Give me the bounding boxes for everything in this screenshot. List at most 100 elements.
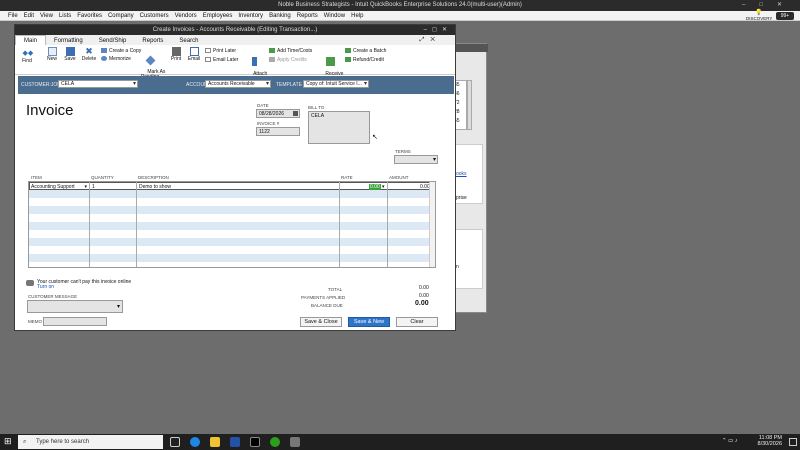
new-icon — [47, 47, 57, 56]
window-controls[interactable]: –□✕ — [742, 0, 796, 11]
column-divider — [136, 182, 137, 267]
save-button[interactable]: Save — [63, 47, 77, 62]
customer-message-label: CUSTOMER MESSAGE — [28, 294, 78, 299]
powershell-icon[interactable] — [230, 437, 240, 447]
table-scrollbar[interactable] — [429, 182, 435, 267]
balance-due-label: BALANCE DUE — [311, 303, 343, 308]
menu-help[interactable]: Help — [348, 11, 366, 21]
bill-to-field[interactable]: CELA — [308, 111, 370, 144]
windows-start-icon[interactable]: ⊞ — [4, 437, 13, 446]
template-dropdown[interactable]: Copy of: Intuit Service I... — [303, 80, 369, 88]
remote-desktop-icon[interactable] — [290, 437, 300, 447]
menu-lists[interactable]: Lists — [56, 11, 74, 21]
terms-dropdown[interactable]: ▾ — [394, 155, 438, 164]
column-header-rate: RATE — [341, 175, 353, 180]
bill-to-label: BILL TO — [308, 105, 325, 110]
expand-icon[interactable]: ⤢✕ — [412, 35, 449, 45]
delete-label: Delete — [81, 56, 97, 62]
clear-button[interactable]: Clear — [396, 317, 438, 327]
quickbooks-icon[interactable] — [270, 437, 280, 447]
column-divider — [89, 182, 90, 267]
save-new-button[interactable]: Save & New — [348, 317, 390, 327]
app-title-bar: Noble Business Strategists - Intuit Quic… — [0, 0, 800, 11]
edge-browser-icon[interactable] — [190, 437, 200, 447]
taskbar: ⊞ ⌕ Type here to search ⌃ ▭ ♪ 11:08 PM 8… — [0, 434, 800, 450]
terms-label: TERMS — [395, 149, 411, 154]
search-icon: ⌕ — [23, 439, 27, 445]
bg-scrollbar[interactable] — [467, 80, 472, 130]
save-close-button[interactable]: Save & Close — [300, 317, 342, 327]
menu-file[interactable]: File — [0, 11, 21, 21]
column-header-amount: AMOUNT — [389, 175, 409, 180]
task-view-icon[interactable] — [170, 437, 180, 447]
clock[interactable]: 11:08 PM 8/30/2026 — [752, 435, 782, 447]
system-tray-icons[interactable]: ⌃ ▭ ♪ — [722, 438, 738, 444]
refund-icon — [345, 57, 351, 63]
menu-reports[interactable]: Reports — [294, 11, 321, 21]
apply-credits-label: Apply Credits — [277, 57, 307, 63]
invoice-window-titlebar: Create Invoices - Accounts Receivable (E… — [15, 25, 455, 35]
menu-vendors[interactable]: Vendors — [172, 11, 200, 21]
bg-link[interactable]: ooks — [456, 171, 467, 177]
column-divider — [387, 182, 388, 267]
batch-icon — [345, 48, 351, 54]
create-copy-button[interactable]: Create a Copy — [101, 48, 141, 54]
add-time-icon — [269, 48, 275, 54]
save-icon — [65, 47, 75, 56]
customer-job-dropdown[interactable]: CELA — [58, 80, 138, 88]
calendar-icon[interactable] — [293, 111, 298, 116]
invoice-window-controls[interactable]: –◻✕ — [424, 25, 452, 35]
customer-message-dropdown[interactable]: ▾ — [27, 300, 123, 313]
email-button[interactable]: Email — [187, 47, 201, 62]
menu-window[interactable]: Window — [321, 11, 348, 21]
print-later-label: Print Later — [213, 48, 237, 54]
menu-company[interactable]: Company — [105, 11, 137, 21]
payments-applied-label: PAYMENTS APPLIED — [301, 295, 346, 300]
column-divider — [339, 182, 340, 267]
menu-inventory[interactable]: Inventory — [235, 11, 266, 21]
terminal-icon[interactable] — [250, 437, 260, 447]
invoice-number-field[interactable]: 1122 — [256, 127, 300, 136]
find-button[interactable]: ◆◆ Find — [19, 49, 35, 64]
menu-employees[interactable]: Employees — [200, 11, 236, 21]
refund-credit-button[interactable]: Refund/Credit — [345, 57, 384, 63]
menu-favorites[interactable]: Favorites — [74, 11, 105, 21]
email-label: Email — [187, 56, 201, 62]
print-label: Print — [170, 56, 182, 62]
pending-icon — [145, 55, 155, 66]
turn-on-link[interactable]: Turn on — [37, 284, 54, 290]
date-value: 08/28/2026 — [259, 111, 285, 117]
taskbar-search-box[interactable]: ⌕ Type here to search — [18, 435, 163, 449]
memo-field[interactable] — [43, 317, 107, 326]
notification-badge[interactable]: 99+ — [776, 12, 794, 20]
apply-credits-button[interactable]: Apply Credits — [269, 57, 307, 63]
checkbox-icon — [205, 57, 211, 63]
print-button[interactable]: Print — [169, 47, 183, 62]
menu-customers[interactable]: Customers — [137, 11, 172, 21]
delete-button[interactable]: ✖ Delete — [81, 47, 97, 62]
save-label: Save — [64, 56, 76, 62]
bg-text: n — [456, 264, 459, 270]
memorize-button[interactable]: Memorize — [101, 56, 131, 62]
notification-center-icon[interactable] — [789, 438, 797, 446]
total-value: 0.00 — [419, 285, 429, 291]
menu-banking[interactable]: Banking — [266, 11, 294, 21]
menu-view[interactable]: View — [37, 11, 56, 21]
print-later-checkbox[interactable]: Print Later — [205, 48, 236, 54]
menu-bar: File Edit View Lists Favorites Company Custome… — [0, 11, 800, 21]
credits-icon — [269, 57, 275, 63]
menu-edit[interactable]: Edit — [21, 11, 37, 21]
date-field[interactable]: 08/28/2026 — [256, 109, 300, 118]
email-later-checkbox[interactable]: Email Later — [205, 57, 238, 63]
invoice-number-label: INVOICE # — [257, 121, 280, 126]
copy-icon — [101, 48, 107, 54]
balance-due-value: 0.00 — [415, 300, 429, 307]
total-label: TOTAL — [328, 287, 343, 292]
file-explorer-icon[interactable] — [210, 437, 220, 447]
add-time-costs-button[interactable]: Add Time/Costs — [269, 48, 312, 54]
account-dropdown[interactable]: Accounts Receivable — [205, 80, 271, 88]
date-label: DATE — [257, 103, 269, 108]
create-batch-button[interactable]: Create a Batch — [345, 48, 386, 54]
new-button[interactable]: New — [45, 47, 59, 62]
invoice-header-bar: CUSTOMER:JOB CELA ACCOUNT Accounts Recei… — [18, 76, 454, 94]
